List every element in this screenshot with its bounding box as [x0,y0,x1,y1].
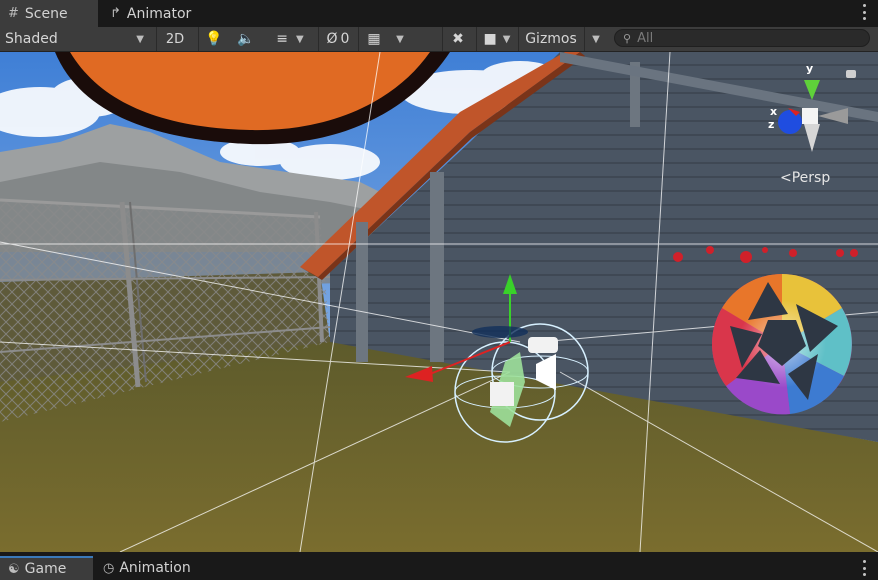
scene-visibility-toggle[interactable]: Ø 0 [318,27,357,51]
grid-snap-dropdown[interactable]: ▼ [390,27,410,51]
tab-game-label: Game [24,561,67,577]
gamepad-icon: ☯ [8,561,20,577]
top-tab-bar: # Scene ↱ Animator [0,0,878,27]
scene-render [0,52,878,552]
hidden-count: 0 [340,31,350,47]
search-icon: ⚲ [623,31,632,45]
audio-toggle[interactable]: 🔈 [230,27,262,51]
toggle-2d-label: 2D [165,31,185,47]
projection-toggle[interactable]: <Persp [780,170,830,186]
tab-animation-label: Animation [119,560,191,576]
eye-slash-icon: Ø [326,31,338,47]
camera-icon: ■ [483,31,497,47]
chevron-down-icon: ▼ [592,33,600,45]
color-picker-icon [712,274,852,415]
search-placeholder: All [637,30,654,46]
chevron-left-icon: < [780,170,792,186]
camera-dropdown[interactable]: ■ ▼ [476,27,517,51]
chevron-down-icon: ▼ [502,33,511,45]
tab-animator-label: Animator [126,5,192,22]
chevron-down-icon: ▼ [396,33,404,45]
clock-icon: ◷ [103,560,115,576]
layers-icon: ≡ [276,31,289,47]
animator-icon: ↱ [110,6,121,21]
grid-snap-toggle[interactable]: ▦ [358,27,389,51]
lighting-toggle[interactable]: 💡 [198,27,229,51]
tab-menu-icon[interactable] [862,560,866,576]
bottom-tab-bar: ☯ Game ◷ Animation [0,556,878,580]
chevron-down-icon: ▼ [296,33,304,45]
tab-animator[interactable]: ↱ Animator [108,0,191,27]
speaker-icon: 🔈 [237,31,255,47]
tools-icon: ✖ [452,31,464,47]
shading-mode-dropdown[interactable]: Shaded ▼ [0,27,152,51]
tools-button[interactable]: ✖ [442,27,473,51]
lightbulb-icon: 💡 [205,31,223,47]
tab-game[interactable]: ☯ Game [0,556,93,580]
scene-toolbar: Shaded ▼ 2D 💡 🔈 ≡ ▼ Ø 0 ▦ ▼ ✖ ■ ▼ Gizmos… [0,27,878,52]
gizmos-toggle[interactable]: Gizmos [518,27,583,51]
tab-scene-label: Scene [24,5,68,22]
scene-search-field[interactable]: ⚲ All [614,29,870,47]
shading-mode-label: Shaded [5,31,58,47]
projection-label: Persp [791,170,831,186]
grid-icon: # [8,6,19,21]
axis-z-label: z [768,118,775,131]
toggle-2d-button[interactable]: 2D [156,27,193,51]
effects-dropdown[interactable]: ≡ ▼ [264,27,316,51]
gizmos-label: Gizmos [525,31,577,47]
tab-scene[interactable]: # Scene [0,0,98,27]
scene-viewport[interactable]: y x z <Persp [0,52,878,552]
tab-menu-icon[interactable] [862,4,866,20]
axis-y-label: y [806,62,814,75]
gizmos-dropdown[interactable]: ▼ [584,27,607,51]
grid-snap-icon: ▦ [367,31,381,47]
axis-x-label: x [770,105,778,118]
tab-animation[interactable]: ◷ Animation [103,556,191,580]
chevron-down-icon: ▼ [136,33,144,45]
